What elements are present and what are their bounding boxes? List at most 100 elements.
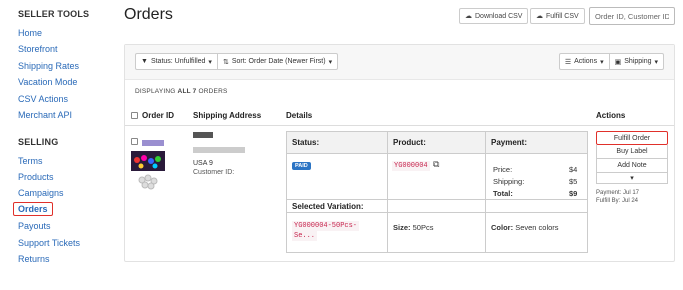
price-label: Price: <box>493 165 513 174</box>
color-field: Color: Seven colors <box>491 223 559 232</box>
shipping-value: $5 <box>569 177 578 186</box>
variation-sku-line1[interactable]: YG000004-50Pcs- <box>292 221 360 231</box>
filter-group: ▼ Status: Unfulfilled ▾ ⇅ Sort: Order Da… <box>135 53 339 70</box>
product-sku-link[interactable]: YG000004 <box>392 161 430 171</box>
page-title: Orders <box>124 6 173 23</box>
color-value: Seven colors <box>515 223 559 232</box>
selected-variation-header: Selected Variation: <box>292 202 364 211</box>
filter-icon: ▼ <box>141 58 148 65</box>
status-filter-dropdown[interactable]: ▼ Status: Unfulfilled ▾ <box>136 54 217 69</box>
payment-col-header: Payment: <box>491 138 528 147</box>
divider <box>387 132 388 212</box>
address-country: USA 9 <box>193 160 213 167</box>
selling-heading: SELLING <box>18 137 59 147</box>
orders-toolbar: ▼ Status: Unfulfilled ▾ ⇅ Sort: Order Da… <box>125 45 674 80</box>
order-id-redacted <box>142 140 164 146</box>
color-label: Color: <box>491 223 514 232</box>
payment-date: Payment: Jul 17 <box>596 190 640 196</box>
order-dates: Payment: Jul 17 Fulfill By: Jul 24 <box>596 189 670 205</box>
actions-dropdown[interactable]: ☰ Actions ▾ <box>560 54 609 69</box>
sidebar-item-products[interactable]: Products <box>18 172 54 182</box>
sort-icon: ⇅ <box>222 58 229 66</box>
customer-id-label: Customer ID: <box>193 169 235 176</box>
header-divider <box>125 125 674 126</box>
sidebar-item-storefront[interactable]: Storefront <box>18 44 58 54</box>
more-actions-dropdown[interactable]: ▾ <box>596 173 668 184</box>
actions-header: Actions <box>596 111 626 120</box>
download-csv-label: Download CSV <box>475 12 523 20</box>
sidebar-item-vacation-mode[interactable]: Vacation Mode <box>18 77 77 87</box>
product-thumbnail[interactable] <box>131 151 165 193</box>
order-search-input[interactable] <box>589 7 675 25</box>
product-image <box>131 151 165 190</box>
status-col-header: Status: <box>292 138 320 147</box>
shipping-label: Shipping: <box>493 177 525 186</box>
sidebar-item-merchant-api[interactable]: Merchant API <box>18 110 72 120</box>
divider <box>287 199 587 200</box>
order-details-table: Status: Product: Payment: PAID YG000004 … <box>286 131 588 253</box>
order-row-checkbox-cell <box>131 133 164 151</box>
size-field: Size: 50Pcs <box>393 223 433 232</box>
size-value: 50Pcs <box>412 223 434 232</box>
count-prefix: DISPLAYING <box>135 88 176 95</box>
sort-dropdown[interactable]: ⇅ Sort: Order Date (Newer First) ▾ <box>216 54 337 69</box>
caret-down-icon: ▾ <box>208 58 212 66</box>
bulk-actions-group: ☰ Actions ▾ ▣ Shipping ▾ <box>558 53 664 70</box>
order-id-header-label: Order ID <box>142 111 175 120</box>
order-actions: Fulfill Order Buy Label Add Note ▾ Payme… <box>596 131 670 205</box>
fulfill-csv-button[interactable]: ☁ Fulfill CSV <box>530 8 585 24</box>
actions-label: Actions <box>574 58 598 65</box>
sidebar-item-csv-actions[interactable]: CSV Actions <box>18 94 68 104</box>
caret-down-icon: ▾ <box>630 175 634 182</box>
product-col-header: Product: <box>393 138 426 147</box>
status-filter-label: Status: Unfulfilled <box>150 58 206 65</box>
divider <box>287 212 587 213</box>
sidebar-item-returns[interactable]: Returns <box>18 254 50 264</box>
fulfill-order-button[interactable]: Fulfill Order <box>596 131 668 145</box>
sidebar-item-support-tickets[interactable]: Support Tickets <box>18 238 80 248</box>
caret-down-icon: ▾ <box>328 58 333 66</box>
fulfill-by-date: Fulfill By: Jul 24 <box>596 198 639 204</box>
sidebar-item-campaigns[interactable]: Campaigns <box>18 188 64 198</box>
total-value: $9 <box>569 189 578 198</box>
variation-sku-line2[interactable]: Se... <box>292 231 318 241</box>
divider <box>485 132 486 252</box>
truck-icon: ▣ <box>614 58 622 66</box>
shipping-label: Shipping <box>624 58 652 65</box>
size-label: Size: <box>393 223 411 232</box>
select-all-checkbox[interactable] <box>131 112 138 120</box>
cloud-upload-icon: ☁ <box>536 13 543 20</box>
sidebar-item-payouts[interactable]: Payouts <box>18 221 51 231</box>
buy-label-button[interactable]: Buy Label <box>596 145 668 159</box>
details-header-row: Status: Product: Payment: <box>287 132 587 154</box>
count-value: ALL 7 <box>177 88 197 95</box>
shipping-dropdown[interactable]: ▣ Shipping ▾ <box>608 54 663 69</box>
add-note-button[interactable]: Add Note <box>596 159 668 173</box>
caret-down-icon: ▾ <box>654 58 658 66</box>
sidebar-item-home[interactable]: Home <box>18 28 42 38</box>
sidebar-item-terms[interactable]: Terms <box>18 156 43 166</box>
sort-label: Sort: Order Date (Newer First) <box>231 58 326 65</box>
order-count: DISPLAYING ALL 7 ORDERS <box>135 88 228 95</box>
street-redacted <box>193 147 245 153</box>
sidebar-item-shipping-rates[interactable]: Shipping Rates <box>18 61 79 71</box>
shipping-address: USA 9 Customer ID: <box>193 132 245 177</box>
sidebar-item-orders[interactable]: Orders <box>13 202 53 216</box>
caret-down-icon: ▾ <box>600 58 604 66</box>
status-badge: PAID <box>292 162 311 170</box>
total-label: Total: <box>493 189 513 198</box>
order-row-checkbox[interactable] <box>131 138 138 146</box>
sidebar: SELLER TOOLS Home Storefront Shipping Ra… <box>0 0 112 290</box>
price-value: $4 <box>569 165 578 174</box>
count-suffix: ORDERS <box>198 88 228 95</box>
order-id-header: Order ID <box>131 111 174 120</box>
external-link-icon[interactable]: ⧉ <box>433 159 439 170</box>
orders-panel: ▼ Status: Unfulfilled ▾ ⇅ Sort: Order Da… <box>124 44 675 262</box>
seller-tools-heading: SELLER TOOLS <box>18 9 90 19</box>
name-redacted <box>193 132 213 138</box>
list-icon: ☰ <box>564 58 572 66</box>
details-header: Details <box>286 111 313 120</box>
divider <box>387 212 388 252</box>
download-csv-button[interactable]: ☁ Download CSV <box>459 8 529 24</box>
shipping-address-header: Shipping Address <box>193 111 262 120</box>
